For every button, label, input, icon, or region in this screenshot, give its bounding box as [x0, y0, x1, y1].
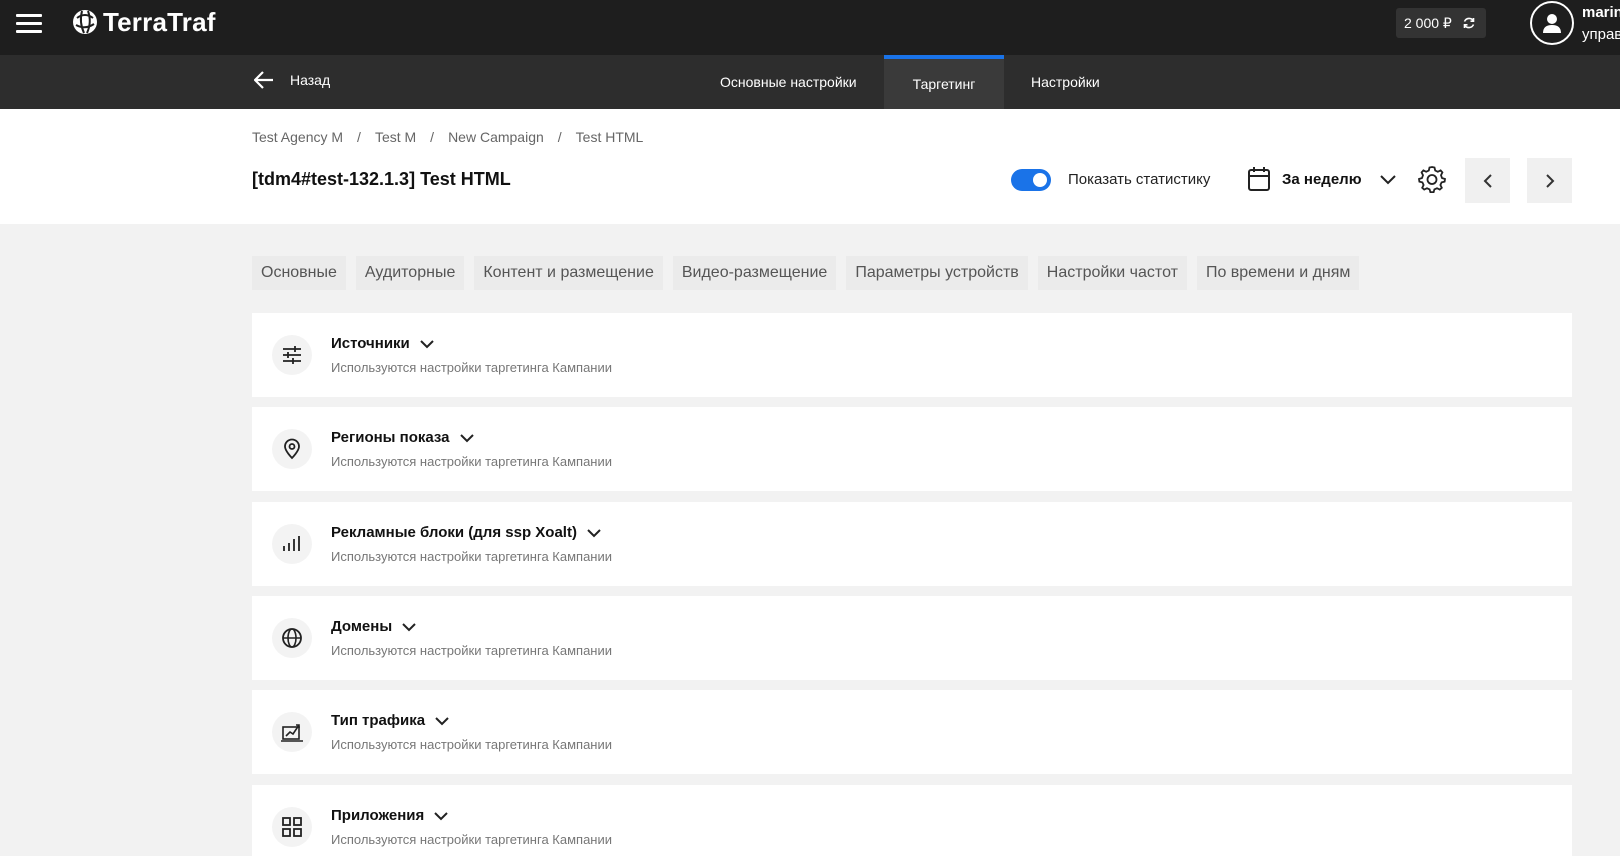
chevron-down-icon[interactable] — [420, 339, 434, 349]
targeting-subtabs: Основные Аудиторные Контент и размещение… — [252, 256, 1360, 290]
chevron-right-icon — [1545, 173, 1554, 188]
breadcrumb: Test Agency M / Test M / New Campaign / … — [252, 129, 643, 145]
chevron-left-icon — [1483, 173, 1492, 188]
apps-grid-icon — [272, 807, 312, 847]
subtab-frequency[interactable]: Настройки частот — [1037, 256, 1187, 290]
chevron-down-icon[interactable] — [435, 716, 449, 726]
refresh-icon[interactable] — [1462, 16, 1476, 30]
section-title: Домены — [331, 618, 393, 635]
top-bar: TerraTraf 2 000 ₽ marin управ — [0, 0, 1620, 55]
tab-main-settings[interactable]: Основные настройки — [720, 55, 857, 109]
chevron-down-icon[interactable] — [434, 811, 448, 821]
section-description: Используются настройки таргетинга Кампан… — [331, 643, 612, 658]
section-description: Используются настройки таргетинга Кампан… — [331, 360, 612, 375]
chevron-down-icon[interactable] — [402, 622, 416, 632]
tab-targeting[interactable]: Таргетинг — [884, 55, 1004, 109]
gear-icon[interactable] — [1418, 165, 1446, 193]
section-traffic-type[interactable]: Тип трафика Используются настройки тарге… — [252, 690, 1572, 774]
back-label: Назад — [290, 72, 331, 88]
breadcrumb-item[interactable]: Test Agency M — [252, 129, 343, 145]
subtab-content-placement[interactable]: Контент и размещение — [474, 256, 663, 290]
user-name[interactable]: marin — [1582, 4, 1620, 21]
section-description: Используются настройки таргетинга Кампан… — [331, 737, 612, 752]
subtab-schedule[interactable]: По времени и дням — [1196, 256, 1360, 290]
nav-bar: Назад Основные настройки Таргетинг Настр… — [0, 55, 1620, 109]
section-ad-blocks[interactable]: Рекламные блоки (для ssp Xoalt) Использу… — [252, 502, 1572, 586]
breadcrumb-item[interactable]: New Campaign — [448, 129, 544, 145]
breadcrumb-separator: / — [357, 129, 361, 145]
back-button[interactable]: Назад — [254, 71, 330, 89]
balance-badge[interactable]: 2 000 ₽ — [1396, 8, 1486, 38]
balance-value: 2 000 ₽ — [1404, 14, 1452, 31]
avatar[interactable] — [1530, 1, 1574, 45]
logo[interactable]: TerraTraf — [71, 6, 216, 38]
bar-chart-icon — [272, 524, 312, 564]
section-title: Регионы показа — [331, 429, 450, 446]
subtab-device-params[interactable]: Параметры устройств — [846, 256, 1028, 290]
page-header: Test Agency M / Test M / New Campaign / … — [0, 109, 1620, 224]
show-stats-toggle[interactable] — [1011, 169, 1051, 191]
breadcrumb-item-current: Test HTML — [575, 129, 644, 145]
calendar-icon[interactable] — [1247, 166, 1271, 192]
section-description: Используются настройки таргетинга Кампан… — [331, 549, 612, 564]
arrow-left-icon — [254, 71, 273, 89]
breadcrumb-separator: / — [430, 129, 435, 145]
section-title: Источники — [331, 335, 410, 352]
sliders-icon — [272, 335, 312, 375]
section-domains[interactable]: Домены Используются настройки таргетинга… — [252, 596, 1572, 680]
subtab-audience[interactable]: Аудиторные — [355, 256, 465, 290]
section-sources[interactable]: Источники Используются настройки таргети… — [252, 313, 1572, 397]
chevron-down-icon[interactable] — [1379, 171, 1397, 189]
tab-settings[interactable]: Настройки — [1031, 55, 1100, 109]
globe-logo-icon — [73, 10, 97, 34]
section-regions[interactable]: Регионы показа Используются настройки та… — [252, 407, 1572, 491]
period-select[interactable]: За неделю — [1282, 171, 1362, 188]
prev-button[interactable] — [1465, 158, 1510, 203]
section-description: Используются настройки таргетинга Кампан… — [331, 454, 612, 469]
logo-text: TerraTraf — [103, 6, 216, 37]
chevron-down-icon[interactable] — [587, 528, 601, 538]
tab-label: Настройки — [1031, 74, 1100, 90]
traffic-chart-icon — [272, 712, 312, 752]
page-title: [tdm4#test-132.1.3] Test HTML — [252, 169, 511, 189]
globe-icon — [272, 618, 312, 658]
next-button[interactable] — [1527, 158, 1572, 203]
section-title: Тип трафика — [331, 712, 426, 729]
map-pin-icon — [272, 429, 312, 469]
subtab-basic[interactable]: Основные — [252, 256, 346, 290]
section-title: Приложения — [331, 807, 425, 824]
menu-icon[interactable] — [16, 12, 42, 34]
section-title: Рекламные блоки (для ssp Xoalt) — [331, 524, 577, 541]
breadcrumb-separator: / — [557, 129, 562, 145]
user-icon — [1543, 14, 1561, 33]
section-apps[interactable]: Приложения Используются настройки таргет… — [252, 785, 1572, 856]
section-description: Используются настройки таргетинга Кампан… — [331, 832, 612, 847]
chevron-down-icon[interactable] — [459, 433, 474, 443]
user-role: управ — [1582, 26, 1620, 43]
tab-label: Таргетинг — [912, 76, 976, 92]
tab-label: Основные настройки — [720, 74, 857, 90]
subtab-video-placement[interactable]: Видео-размещение — [672, 256, 837, 290]
show-stats-label: Показать статистику — [1068, 171, 1211, 188]
breadcrumb-item[interactable]: Test M — [375, 129, 416, 145]
